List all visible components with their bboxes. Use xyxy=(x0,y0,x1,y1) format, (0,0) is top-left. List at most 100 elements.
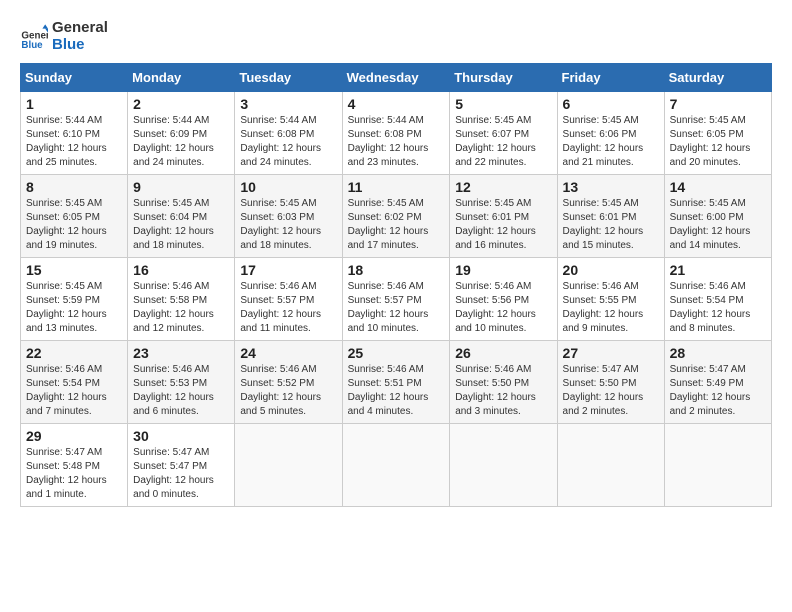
day-info: Sunrise: 5:46 AM Sunset: 5:56 PM Dayligh… xyxy=(455,280,551,336)
calendar-cell: 25 Sunrise: 5:46 AM Sunset: 5:51 PM Dayli… xyxy=(342,341,450,424)
day-info: Sunrise: 5:44 AM Sunset: 6:08 PM Dayligh… xyxy=(240,114,336,170)
day-info: Sunrise: 5:46 AM Sunset: 5:51 PM Dayligh… xyxy=(348,363,445,419)
day-number: 14 xyxy=(670,179,766,195)
calendar-cell: 19 Sunrise: 5:46 AM Sunset: 5:56 PM Dayli… xyxy=(450,258,557,341)
calendar-cell xyxy=(342,424,450,507)
day-number: 10 xyxy=(240,179,336,195)
day-info: Sunrise: 5:46 AM Sunset: 5:53 PM Dayligh… xyxy=(133,363,229,419)
calendar-cell: 23 Sunrise: 5:46 AM Sunset: 5:53 PM Dayli… xyxy=(128,341,235,424)
day-info: Sunrise: 5:46 AM Sunset: 5:57 PM Dayligh… xyxy=(348,280,445,336)
calendar-cell: 12 Sunrise: 5:45 AM Sunset: 6:01 PM Dayli… xyxy=(450,175,557,258)
day-number: 20 xyxy=(563,262,659,278)
calendar-cell: 28 Sunrise: 5:47 AM Sunset: 5:49 PM Dayli… xyxy=(664,341,771,424)
day-number: 5 xyxy=(455,96,551,112)
calendar-cell: 29 Sunrise: 5:47 AM Sunset: 5:48 PM Dayli… xyxy=(21,424,128,507)
day-info: Sunrise: 5:45 AM Sunset: 6:06 PM Dayligh… xyxy=(563,114,659,170)
day-info: Sunrise: 5:47 AM Sunset: 5:49 PM Dayligh… xyxy=(670,363,766,419)
calendar-cell: 26 Sunrise: 5:46 AM Sunset: 5:50 PM Dayli… xyxy=(450,341,557,424)
calendar-cell: 15 Sunrise: 5:45 AM Sunset: 5:59 PM Dayli… xyxy=(21,258,128,341)
day-info: Sunrise: 5:45 AM Sunset: 6:01 PM Dayligh… xyxy=(455,197,551,253)
day-info: Sunrise: 5:45 AM Sunset: 6:07 PM Dayligh… xyxy=(455,114,551,170)
calendar-cell: 9 Sunrise: 5:45 AM Sunset: 6:04 PM Daylig… xyxy=(128,175,235,258)
logo-text-line1: General xyxy=(52,20,108,37)
day-number: 22 xyxy=(26,345,122,361)
calendar-cell: 27 Sunrise: 5:47 AM Sunset: 5:50 PM Dayli… xyxy=(557,341,664,424)
col-tuesday: Tuesday xyxy=(235,64,342,92)
calendar-cell: 8Sunrise: 5:45 AM Sunset: 6:05 PM Daylig… xyxy=(21,175,128,258)
day-number: 23 xyxy=(133,345,229,361)
calendar-cell: 5 Sunrise: 5:45 AM Sunset: 6:07 PM Daylig… xyxy=(450,92,557,175)
day-number: 9 xyxy=(133,179,229,195)
day-number: 3 xyxy=(240,96,336,112)
calendar-row: 8Sunrise: 5:45 AM Sunset: 6:05 PM Daylig… xyxy=(21,175,772,258)
day-info: Sunrise: 5:45 AM Sunset: 6:03 PM Dayligh… xyxy=(240,197,336,253)
col-monday: Monday xyxy=(128,64,235,92)
day-info: Sunrise: 5:47 AM Sunset: 5:50 PM Dayligh… xyxy=(563,363,659,419)
day-info: Sunrise: 5:46 AM Sunset: 5:52 PM Dayligh… xyxy=(240,363,336,419)
calendar-table: Sunday Monday Tuesday Wednesday Thursday… xyxy=(20,63,772,507)
calendar-cell: 14 Sunrise: 5:45 AM Sunset: 6:00 PM Dayli… xyxy=(664,175,771,258)
day-number: 29 xyxy=(26,428,122,444)
day-info: Sunrise: 5:46 AM Sunset: 5:50 PM Dayligh… xyxy=(455,363,551,419)
calendar-cell: 22Sunrise: 5:46 AM Sunset: 5:54 PM Dayli… xyxy=(21,341,128,424)
day-number: 28 xyxy=(670,345,766,361)
day-info: Sunrise: 5:45 AM Sunset: 6:02 PM Dayligh… xyxy=(348,197,445,253)
calendar-row: 15 Sunrise: 5:45 AM Sunset: 5:59 PM Dayli… xyxy=(21,258,772,341)
day-info: Sunrise: 5:46 AM Sunset: 5:55 PM Dayligh… xyxy=(563,280,659,336)
day-info: Sunrise: 5:44 AM Sunset: 6:10 PM Dayligh… xyxy=(26,114,122,170)
calendar-cell: 6Sunrise: 5:45 AM Sunset: 6:06 PM Daylig… xyxy=(557,92,664,175)
day-number: 4 xyxy=(348,96,445,112)
calendar-row: 1 Sunrise: 5:44 AM Sunset: 6:10 PM Daylig… xyxy=(21,92,772,175)
day-number: 26 xyxy=(455,345,551,361)
calendar-cell: 4 Sunrise: 5:44 AM Sunset: 6:08 PM Daylig… xyxy=(342,92,450,175)
day-info: Sunrise: 5:45 AM Sunset: 6:05 PM Dayligh… xyxy=(670,114,766,170)
calendar-cell xyxy=(557,424,664,507)
svg-text:Blue: Blue xyxy=(21,40,43,51)
day-info: Sunrise: 5:44 AM Sunset: 6:09 PM Dayligh… xyxy=(133,114,229,170)
day-number: 2 xyxy=(133,96,229,112)
calendar-row: 22Sunrise: 5:46 AM Sunset: 5:54 PM Dayli… xyxy=(21,341,772,424)
calendar-cell: 1 Sunrise: 5:44 AM Sunset: 6:10 PM Daylig… xyxy=(21,92,128,175)
logo: General Blue General Blue xyxy=(20,20,108,53)
calendar-cell: 11 Sunrise: 5:45 AM Sunset: 6:02 PM Dayli… xyxy=(342,175,450,258)
day-number: 13 xyxy=(563,179,659,195)
day-info: Sunrise: 5:45 AM Sunset: 6:04 PM Dayligh… xyxy=(133,197,229,253)
day-info: Sunrise: 5:45 AM Sunset: 6:00 PM Dayligh… xyxy=(670,197,766,253)
calendar-cell xyxy=(664,424,771,507)
day-number: 12 xyxy=(455,179,551,195)
day-info: Sunrise: 5:45 AM Sunset: 5:59 PM Dayligh… xyxy=(26,280,122,336)
day-number: 11 xyxy=(348,179,445,195)
day-info: Sunrise: 5:44 AM Sunset: 6:08 PM Dayligh… xyxy=(348,114,445,170)
day-info: Sunrise: 5:45 AM Sunset: 6:01 PM Dayligh… xyxy=(563,197,659,253)
day-number: 17 xyxy=(240,262,336,278)
col-wednesday: Wednesday xyxy=(342,64,450,92)
calendar-cell: 3 Sunrise: 5:44 AM Sunset: 6:08 PM Daylig… xyxy=(235,92,342,175)
calendar-cell: 30Sunrise: 5:47 AM Sunset: 5:47 PM Dayli… xyxy=(128,424,235,507)
page-header: General Blue General Blue xyxy=(20,20,772,53)
calendar-cell: 13 Sunrise: 5:45 AM Sunset: 6:01 PM Dayli… xyxy=(557,175,664,258)
calendar-cell: 16 Sunrise: 5:46 AM Sunset: 5:58 PM Dayli… xyxy=(128,258,235,341)
day-info: Sunrise: 5:47 AM Sunset: 5:47 PM Dayligh… xyxy=(133,446,229,502)
calendar-cell: 20 Sunrise: 5:46 AM Sunset: 5:55 PM Dayli… xyxy=(557,258,664,341)
calendar-cell: 24 Sunrise: 5:46 AM Sunset: 5:52 PM Dayli… xyxy=(235,341,342,424)
day-info: Sunrise: 5:46 AM Sunset: 5:58 PM Dayligh… xyxy=(133,280,229,336)
day-number: 16 xyxy=(133,262,229,278)
calendar-cell: 10 Sunrise: 5:45 AM Sunset: 6:03 PM Dayli… xyxy=(235,175,342,258)
logo-icon: General Blue xyxy=(20,23,48,51)
col-friday: Friday xyxy=(557,64,664,92)
col-sunday: Sunday xyxy=(21,64,128,92)
day-number: 24 xyxy=(240,345,336,361)
day-number: 19 xyxy=(455,262,551,278)
day-number: 7 xyxy=(670,96,766,112)
day-number: 15 xyxy=(26,262,122,278)
day-info: Sunrise: 5:47 AM Sunset: 5:48 PM Dayligh… xyxy=(26,446,122,502)
calendar-cell xyxy=(450,424,557,507)
col-saturday: Saturday xyxy=(664,64,771,92)
logo-text-line2: Blue xyxy=(52,37,108,54)
col-thursday: Thursday xyxy=(450,64,557,92)
calendar-cell: 2 Sunrise: 5:44 AM Sunset: 6:09 PM Daylig… xyxy=(128,92,235,175)
day-info: Sunrise: 5:46 AM Sunset: 5:54 PM Dayligh… xyxy=(670,280,766,336)
day-number: 25 xyxy=(348,345,445,361)
day-number: 1 xyxy=(26,96,122,112)
day-number: 27 xyxy=(563,345,659,361)
